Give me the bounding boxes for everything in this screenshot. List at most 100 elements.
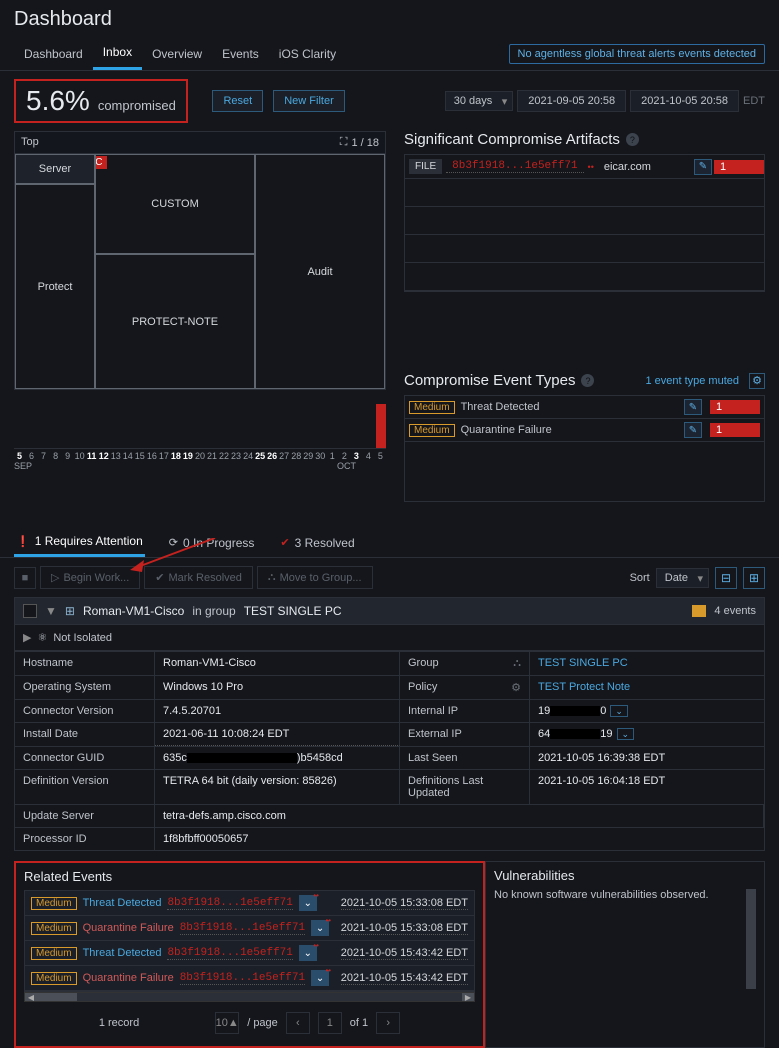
treemap-cell-protect-note[interactable]: PROTECT-NOTE — [95, 254, 255, 389]
edit-icon[interactable]: ✎ — [684, 422, 702, 438]
timeline-day: 2 — [339, 451, 350, 461]
vuln-title: Vulnerabilities — [494, 868, 756, 883]
artifacts-table: FILE 8b3f1918...1e5eff71 •• eicar.com ✎ … — [404, 154, 765, 292]
scrollbar[interactable] — [746, 889, 756, 989]
group-link[interactable]: TEST SINGLE PC — [244, 604, 342, 618]
related-event-row[interactable]: Medium Threat Detected 8b3f1918...1e5eff… — [25, 891, 474, 916]
event-name[interactable]: Threat Detected — [83, 897, 162, 909]
expand-icon[interactable]: ⊞ — [743, 567, 765, 589]
mark-resolved-button[interactable]: ✔Mark Resolved — [144, 566, 253, 589]
details-table: Hostname Roman-VM1-Cisco Group⛬ TEST SIN… — [14, 651, 765, 851]
reset-button[interactable]: Reset — [212, 90, 263, 112]
artifact-type-tag: FILE — [409, 159, 442, 174]
treemap-expand-icon[interactable]: ⛶ — [340, 136, 348, 149]
val-external-ip: 6419⌄ — [530, 722, 764, 746]
related-event-row[interactable]: Medium Quarantine Failure 8b3f1918...1e5… — [25, 966, 474, 991]
check-icon: ✔ — [280, 536, 289, 549]
tab-in-progress[interactable]: ⟳0 In Progress — [167, 528, 257, 557]
chevron-right-icon[interactable]: ▶ — [23, 631, 31, 644]
treemap-cell-custom[interactable]: CUSTOM — [95, 154, 255, 254]
event-name[interactable]: Threat Detected — [83, 947, 162, 959]
event-timestamp: 2021-10-05 15:43:42 EDT — [341, 947, 468, 960]
ip-dropdown[interactable]: ⌄ — [610, 705, 628, 717]
related-title: Related Events — [24, 869, 475, 884]
treemap-title: Top — [21, 136, 39, 149]
timeline-day: 19 — [182, 451, 193, 461]
begin-work-button[interactable]: ▷Begin Work... — [40, 566, 140, 589]
tab-dashboard[interactable]: Dashboard — [14, 39, 93, 69]
asset-checkbox[interactable] — [23, 604, 37, 618]
select-all-checkbox[interactable]: ■ — [14, 567, 36, 589]
event-name[interactable]: Quarantine Failure — [83, 972, 174, 984]
event-type-row[interactable]: Medium Quarantine Failure ✎ 1 — [404, 419, 765, 442]
threat-alert-banner[interactable]: No agentless global threat alerts events… — [509, 44, 765, 64]
event-dropdown[interactable]: ⌄ — [299, 895, 317, 911]
lbl-install: Install Date — [15, 722, 155, 746]
timeline-day: 1 — [327, 451, 338, 461]
date-range-select[interactable]: 30 days — [445, 91, 514, 111]
event-name[interactable]: Quarantine Failure — [83, 922, 174, 934]
chevron-down-icon[interactable]: ▼ — [45, 604, 57, 618]
val-group[interactable]: TEST SINGLE PC — [530, 651, 764, 675]
tab-resolved[interactable]: ✔3 Resolved — [278, 528, 356, 557]
timeline-day: 29 — [303, 451, 314, 461]
treemap-cell-protect[interactable]: Protect — [15, 184, 95, 389]
tab-overview[interactable]: Overview — [142, 39, 212, 69]
new-filter-button[interactable]: New Filter — [273, 90, 345, 112]
timeline-day: 11 — [86, 451, 97, 461]
event-hash[interactable]: 8b3f1918...1e5eff71 — [180, 922, 305, 935]
edit-icon[interactable]: ✎ — [684, 399, 702, 415]
event-type-row[interactable]: Medium Threat Detected ✎ 1 — [404, 395, 765, 419]
treemap-cell-audit[interactable]: Audit — [255, 154, 385, 389]
asset-header[interactable]: ▼ ⊞ Roman-VM1-Cisco in group TEST SINGLE… — [14, 597, 765, 625]
group-icon: ⛬ — [268, 571, 276, 584]
event-dropdown[interactable]: ⌄ — [311, 970, 329, 986]
timeline-day: 13 — [110, 451, 121, 461]
val-last-seen: 2021-10-05 16:39:38 EDT — [530, 746, 764, 769]
compromised-label: compromised — [98, 98, 176, 113]
related-events-panel: Related Events Medium Threat Detected 8b… — [14, 861, 485, 1048]
related-event-row[interactable]: Medium Threat Detected 8b3f1918...1e5eff… — [25, 941, 474, 966]
help-icon[interactable]: ? — [626, 133, 639, 146]
event-dropdown[interactable]: ⌄ — [299, 945, 317, 961]
timeline-day: 3 — [351, 451, 362, 461]
timeline-day: 21 — [207, 451, 218, 461]
event-hash[interactable]: 8b3f1918...1e5eff71 — [167, 897, 292, 910]
tab-ios-clarity[interactable]: iOS Clarity — [269, 39, 346, 69]
page-input[interactable]: 1 — [318, 1012, 342, 1034]
related-event-row[interactable]: Medium Quarantine Failure 8b3f1918...1e5… — [25, 916, 474, 941]
per-page-select[interactable]: 10 ▲ — [215, 1012, 239, 1034]
event-types-title: Compromise Event Types — [404, 372, 575, 389]
next-page-button[interactable]: › — [376, 1012, 400, 1034]
treemap-cell-server[interactable]: Server — [15, 154, 95, 184]
val-policy[interactable]: TEST Protect Note — [530, 675, 764, 699]
event-hash[interactable]: 8b3f1918...1e5eff71 — [180, 972, 305, 985]
move-to-group-button[interactable]: ⛬Move to Group... — [257, 566, 373, 589]
sort-select[interactable]: Date — [656, 568, 709, 588]
treemap-panel: Top ⛶ 1 / 18 TEST SINGLE PC Server Prote… — [14, 131, 386, 390]
ip-dropdown[interactable]: ⌄ — [617, 728, 635, 740]
event-hash[interactable]: 8b3f1918...1e5eff71 — [167, 947, 292, 960]
main-tabs: Dashboard Inbox Overview Events iOS Clar… — [0, 37, 779, 71]
hostname[interactable]: Roman-VM1-Cisco — [83, 604, 184, 618]
artifact-count: 1 — [714, 160, 764, 174]
tab-events[interactable]: Events — [212, 39, 269, 69]
artifact-action-icon[interactable]: ✎ — [694, 159, 712, 175]
event-timestamp: 2021-10-05 15:33:08 EDT — [341, 897, 468, 910]
tab-inbox[interactable]: Inbox — [93, 37, 142, 70]
isolation-row[interactable]: ▶ ⚛ Not Isolated — [14, 625, 765, 651]
muted-link[interactable]: 1 event type muted — [645, 375, 739, 387]
val-hostname: Roman-VM1-Cisco — [155, 651, 400, 675]
event-dropdown[interactable]: ⌄ — [311, 920, 329, 936]
lbl-def-version: Definition Version — [15, 769, 155, 804]
tab-requires-attention[interactable]: ❗1 Requires Attention — [14, 528, 145, 557]
artifact-hash[interactable]: 8b3f1918...1e5eff71 — [446, 160, 583, 173]
date-start[interactable]: 2021-09-05 20:58 — [517, 90, 626, 112]
gear-icon[interactable]: ⚙ — [749, 373, 765, 389]
collapse-icon[interactable]: ⊟ — [715, 567, 737, 589]
prev-page-button[interactable]: ‹ — [286, 1012, 310, 1034]
help-icon[interactable]: ? — [581, 374, 594, 387]
date-end[interactable]: 2021-10-05 20:58 — [630, 90, 739, 112]
lbl-external-ip: External IP — [400, 722, 530, 746]
scrollbar[interactable]: ◀ ▶ — [24, 992, 475, 1002]
